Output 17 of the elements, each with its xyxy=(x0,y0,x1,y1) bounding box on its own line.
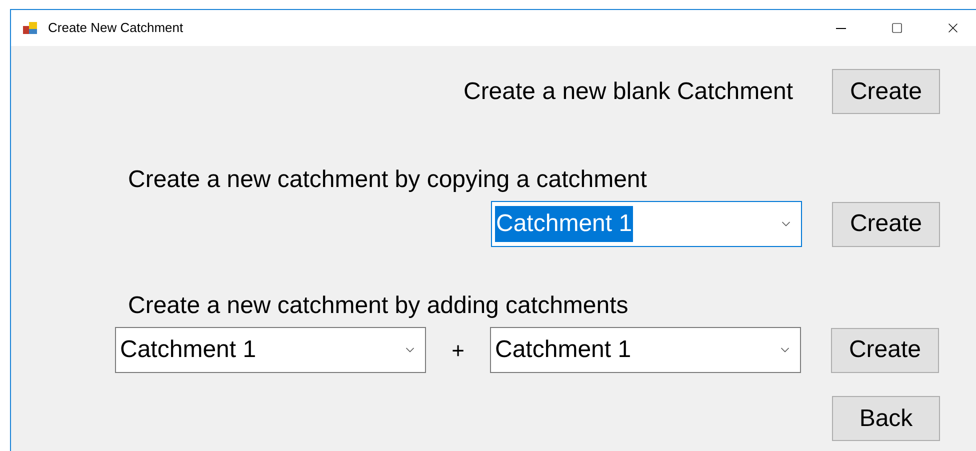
create-button[interactable]: Create xyxy=(832,69,940,114)
dropdown-value: Catchment 1 xyxy=(494,335,632,365)
dropdown-value: Catchment 1 xyxy=(495,206,634,242)
dropdown-value: Catchment 1 xyxy=(119,335,258,365)
back-button[interactable]: Back xyxy=(832,396,940,441)
create-button[interactable]: Create xyxy=(832,202,940,246)
app-icon xyxy=(22,20,38,36)
blank-catchment-label: Create a new blank Catchment xyxy=(463,76,793,106)
plus-sign: + xyxy=(452,336,464,364)
maximize-icon xyxy=(891,22,903,34)
window-title: Create New Catchment xyxy=(48,19,184,38)
copy-catchment-label: Create a new catchment by copying a catchment xyxy=(128,165,647,195)
create-button[interactable]: Create xyxy=(831,328,939,372)
dropdown[interactable]: Catchment 1 xyxy=(115,327,426,373)
dropdown[interactable]: Catchment 1 xyxy=(491,201,802,247)
dropdown[interactable]: Catchment 1 xyxy=(490,327,801,373)
add-catchments-label: Create a new catchment by adding catchments xyxy=(128,291,628,321)
